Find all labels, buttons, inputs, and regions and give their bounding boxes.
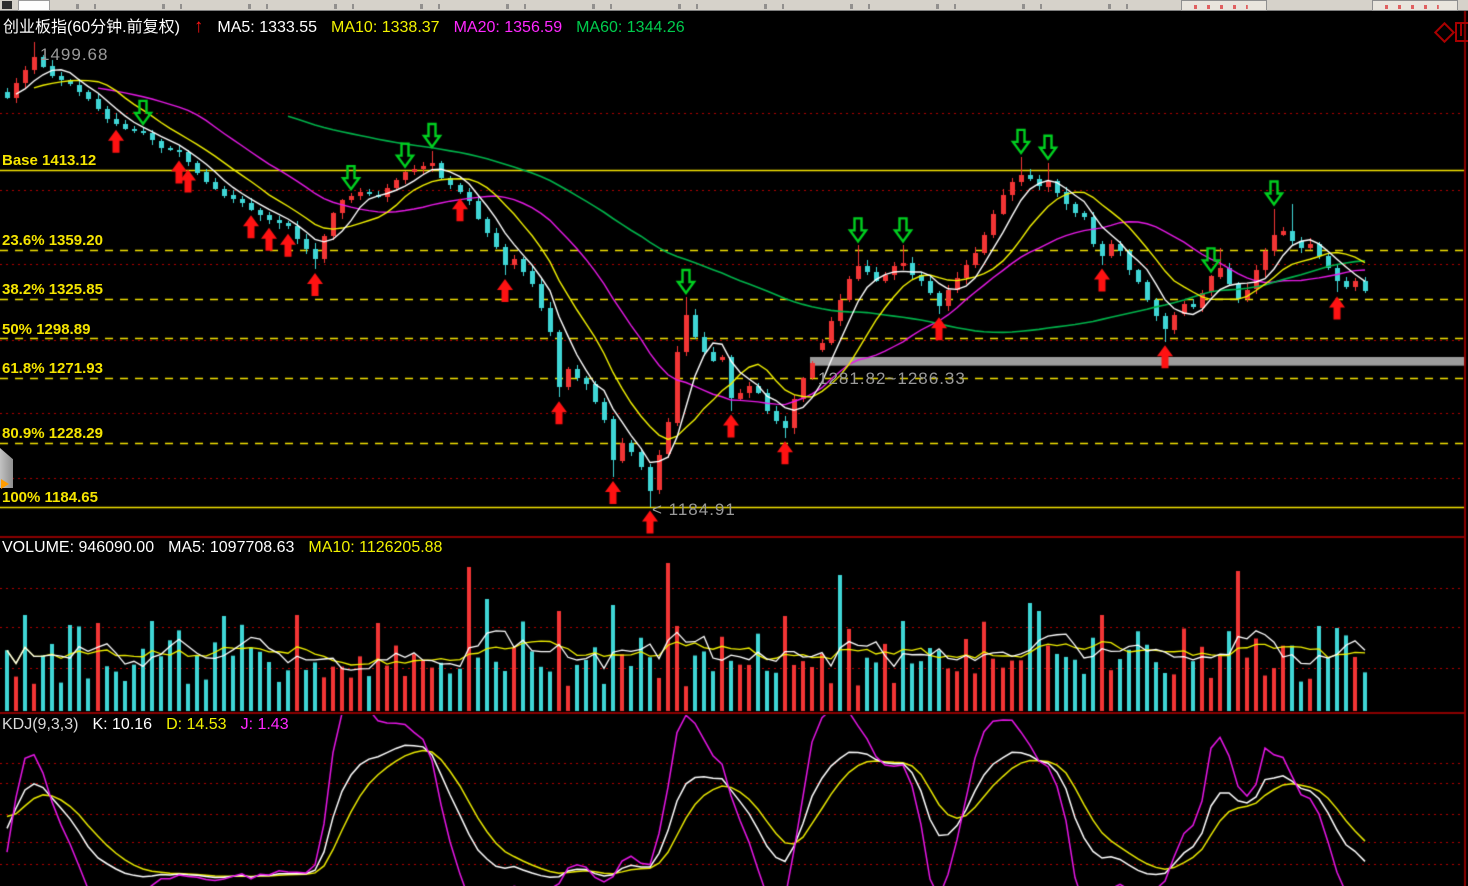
sidebar-handle-arrow-icon	[1, 479, 9, 489]
fib-100-label: 100% 1184.65	[2, 489, 98, 506]
menubar-input-stub[interactable]	[18, 0, 50, 11]
kdj-params-label: KDJ(9,3,3)	[2, 716, 78, 733]
panel-split-icon[interactable]	[1455, 22, 1468, 42]
lowest-price-label: < 1184.91	[652, 500, 736, 520]
ma20-value-label: MA20: 1356.59	[454, 19, 563, 36]
main-chart-header: 创业板指(60分钟.前复权) ↑ MA5: 1333.55 MA10: 1338.37…	[3, 16, 699, 38]
ma5-value-label: MA5: 1333.55	[217, 19, 317, 36]
fib-618-label: 61.8% 1271.93	[2, 360, 103, 377]
ma60-value-label: MA60: 1344.26	[576, 19, 685, 36]
fib-50-label: 50% 1298.89	[2, 321, 90, 338]
kdj-d-label: D: 14.53	[166, 716, 226, 733]
menubar-app-icon	[2, 1, 12, 9]
kdj-j-label: J: 1.43	[241, 716, 289, 733]
volume-ma10-label: MA10: 1126205.88	[308, 539, 442, 556]
chart-title: 创业板指(60分钟.前复权)	[3, 19, 180, 36]
trading-app-window: 创业板指(60分钟.前复权) ↑ MA5: 1333.55 MA10: 1338.37…	[0, 0, 1468, 886]
fib-236-label: 23.6% 1359.20	[2, 232, 103, 249]
volume-header: VOLUME: 946090.00 MA5: 1097708.63 MA10: 11…	[2, 539, 456, 557]
menubar[interactable]	[0, 0, 1468, 11]
volume-ma5-label: MA5: 1097708.63	[168, 539, 294, 556]
fib-809-label: 80.9% 1228.29	[2, 425, 103, 442]
gap-range-label: 1281.82~1286.33	[818, 369, 966, 389]
panel-split-icon-divider	[1460, 24, 1462, 36]
ma10-value-label: MA10: 1338.37	[331, 19, 440, 36]
kdj-header: KDJ(9,3,3) K: 10.16 D: 14.53 J: 1.43	[2, 716, 303, 734]
menubar-button-right[interactable]	[1372, 0, 1458, 11]
market-chart-canvas[interactable]	[0, 0, 1468, 886]
menubar-items-truncated	[60, 4, 1140, 9]
signal-up-arrow-icon: ↑	[194, 16, 204, 37]
fib-382-label: 38.2% 1325.85	[2, 281, 103, 298]
volume-value-label: VOLUME: 946090.00	[2, 539, 154, 556]
highest-price-label: 1499.68	[40, 45, 108, 65]
menubar-button-left[interactable]	[1181, 0, 1267, 11]
fib-base-label: Base 1413.12	[2, 152, 96, 169]
kdj-k-label: K: 10.16	[92, 716, 152, 733]
